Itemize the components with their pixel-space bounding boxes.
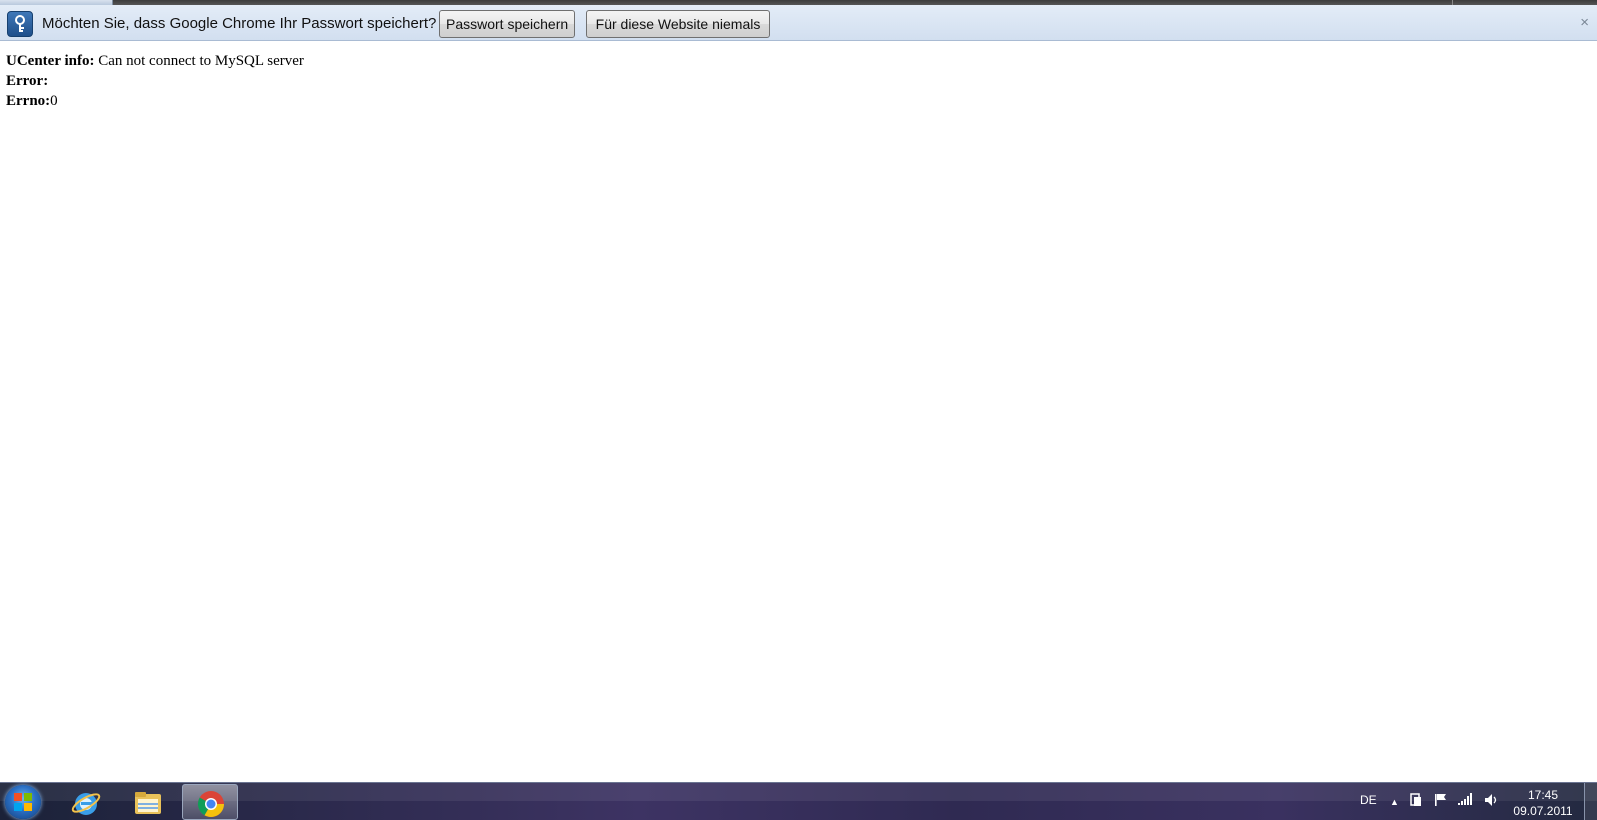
page-content: UCenter info: Can not connect to MySQL s… [6,51,304,111]
never-for-site-button[interactable]: Für diese Website niemals [586,10,770,38]
start-button[interactable] [5,785,41,819]
taskbar: DE ▲ 17:45 09.07.2011 [0,782,1597,820]
taskbar-internet-explorer[interactable] [58,784,114,820]
errno-label: Errno: [6,93,51,109]
system-clock[interactable]: 17:45 09.07.2011 [1508,787,1578,819]
chrome-icon [197,791,225,818]
internet-explorer-icon [71,793,101,815]
volume-icon[interactable] [1484,793,1498,810]
show-desktop-button[interactable] [1584,783,1597,820]
save-password-button[interactable]: Passwort speichern [439,10,575,38]
network-signal-icon[interactable] [1458,793,1472,808]
infobar-message: Möchten Sie, dass Google Chrome Ihr Pass… [42,15,437,32]
key-icon [7,11,33,37]
clock-date: 09.07.2011 [1513,804,1573,818]
close-icon[interactable]: × [1580,15,1589,30]
windows-logo-icon [14,793,32,811]
password-infobar: Möchten Sie, dass Google Chrome Ihr Pass… [0,5,1597,41]
error-label: Error: [6,73,49,89]
error-line: Error: [6,71,304,91]
ucenter-info-value: Can not connect to MySQL server [94,53,304,69]
action-center-flag-icon[interactable] [1434,793,1448,810]
errno-value: 0 [50,93,58,109]
browser-window: Möchten Sie, dass Google Chrome Ihr Pass… [0,0,1597,820]
taskbar-windows-explorer[interactable] [120,784,176,820]
ucenter-info-line: UCenter info: Can not connect to MySQL s… [6,51,304,71]
errno-line: Errno:0 [6,91,304,111]
key-glyph [15,15,25,32]
clock-time: 17:45 [1527,788,1559,802]
language-indicator[interactable]: DE [1360,793,1377,807]
show-hidden-icons-icon[interactable]: ▲ [1390,795,1399,809]
taskbar-chrome[interactable] [182,784,238,820]
windows-explorer-icon [135,792,161,814]
network-drive-icon[interactable] [1410,793,1422,810]
ucenter-info-label: UCenter info: [6,53,95,69]
